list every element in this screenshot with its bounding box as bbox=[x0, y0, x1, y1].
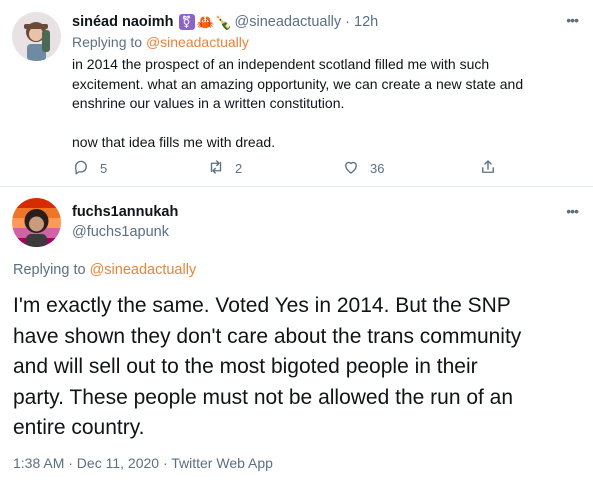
reply-icon bbox=[72, 158, 90, 179]
retweet-icon bbox=[207, 158, 225, 179]
tweet-text-line: now that idea fills me with dread. bbox=[72, 134, 276, 150]
tweet-time[interactable]: 12h bbox=[354, 14, 378, 30]
replying-to-mention[interactable]: @sineadactually bbox=[146, 34, 249, 50]
replying-to-label: Replying to bbox=[72, 34, 146, 50]
parent-tweet[interactable]: sinéad naoimh ⚧ 🦀 🍾 @sineadactually · 12… bbox=[0, 0, 593, 187]
replying-to-label: Replying to bbox=[13, 262, 90, 278]
avatar[interactable] bbox=[12, 198, 61, 247]
like-count: 36 bbox=[370, 161, 385, 176]
tweet-text-line: and will sell out to the most bigoted pe… bbox=[13, 355, 478, 378]
tweet-header: sinéad naoimh ⚧ 🦀 🍾 @sineadactually · 12… bbox=[72, 12, 378, 32]
bottle-emoji: 🍾 bbox=[214, 14, 232, 30]
transgender-symbol-emoji: ⚧ bbox=[178, 14, 195, 30]
like-button[interactable]: 36 bbox=[342, 158, 384, 179]
author-name[interactable]: sinéad naoimh bbox=[72, 14, 174, 30]
replying-to: Replying to @sineadactually bbox=[13, 262, 196, 278]
replying-to: Replying to @sineadactually bbox=[72, 34, 249, 50]
heart-icon bbox=[342, 158, 360, 179]
author-handle[interactable]: @fuchs1apunk bbox=[72, 224, 169, 240]
tweet-text-line: enshrine our values in a written constit… bbox=[72, 95, 345, 111]
avatar[interactable] bbox=[12, 12, 61, 61]
separator-dot: · bbox=[345, 14, 350, 30]
tweet-text-line: have shown they don't care about the tra… bbox=[13, 324, 522, 348]
reply-count: 5 bbox=[100, 161, 108, 176]
author-name[interactable]: fuchs1annukah bbox=[72, 204, 178, 220]
share-icon bbox=[479, 158, 497, 179]
more-options-icon[interactable]: ••• bbox=[566, 203, 579, 219]
replying-to-mention[interactable]: @sineadactually bbox=[90, 262, 197, 278]
tweet-text-line: in 2014 the prospect of an independent s… bbox=[72, 56, 490, 72]
tweet-actions: 5 2 36 bbox=[72, 158, 502, 178]
tweet-text: in 2014 the prospect of an independent s… bbox=[72, 55, 577, 153]
tweet-text-line: I'm exactly the same. Voted Yes in 2014.… bbox=[13, 294, 511, 317]
tweet-text-line: entire country. bbox=[13, 416, 145, 439]
tweet-timestamp[interactable]: 1:38 AM · Dec 11, 2020 · Twitter Web App bbox=[13, 455, 273, 471]
author-handle[interactable]: @sineadactually bbox=[235, 14, 342, 30]
retweet-button[interactable]: 2 bbox=[207, 158, 242, 179]
tweet-text: I'm exactly the same. Voted Yes in 2014.… bbox=[13, 291, 583, 444]
name-emojis: ⚧ 🦀 🍾 bbox=[178, 14, 232, 30]
reply-button[interactable]: 5 bbox=[72, 158, 107, 179]
more-options-icon[interactable]: ••• bbox=[566, 12, 579, 28]
crab-emoji: 🦀 bbox=[196, 14, 214, 30]
tweet-text-line: party. These people must not be allowed … bbox=[13, 385, 514, 409]
tweet-text-line: excitement. what an amazing opportunity,… bbox=[72, 75, 524, 92]
share-button[interactable] bbox=[479, 158, 497, 179]
retweet-count: 2 bbox=[235, 161, 243, 176]
